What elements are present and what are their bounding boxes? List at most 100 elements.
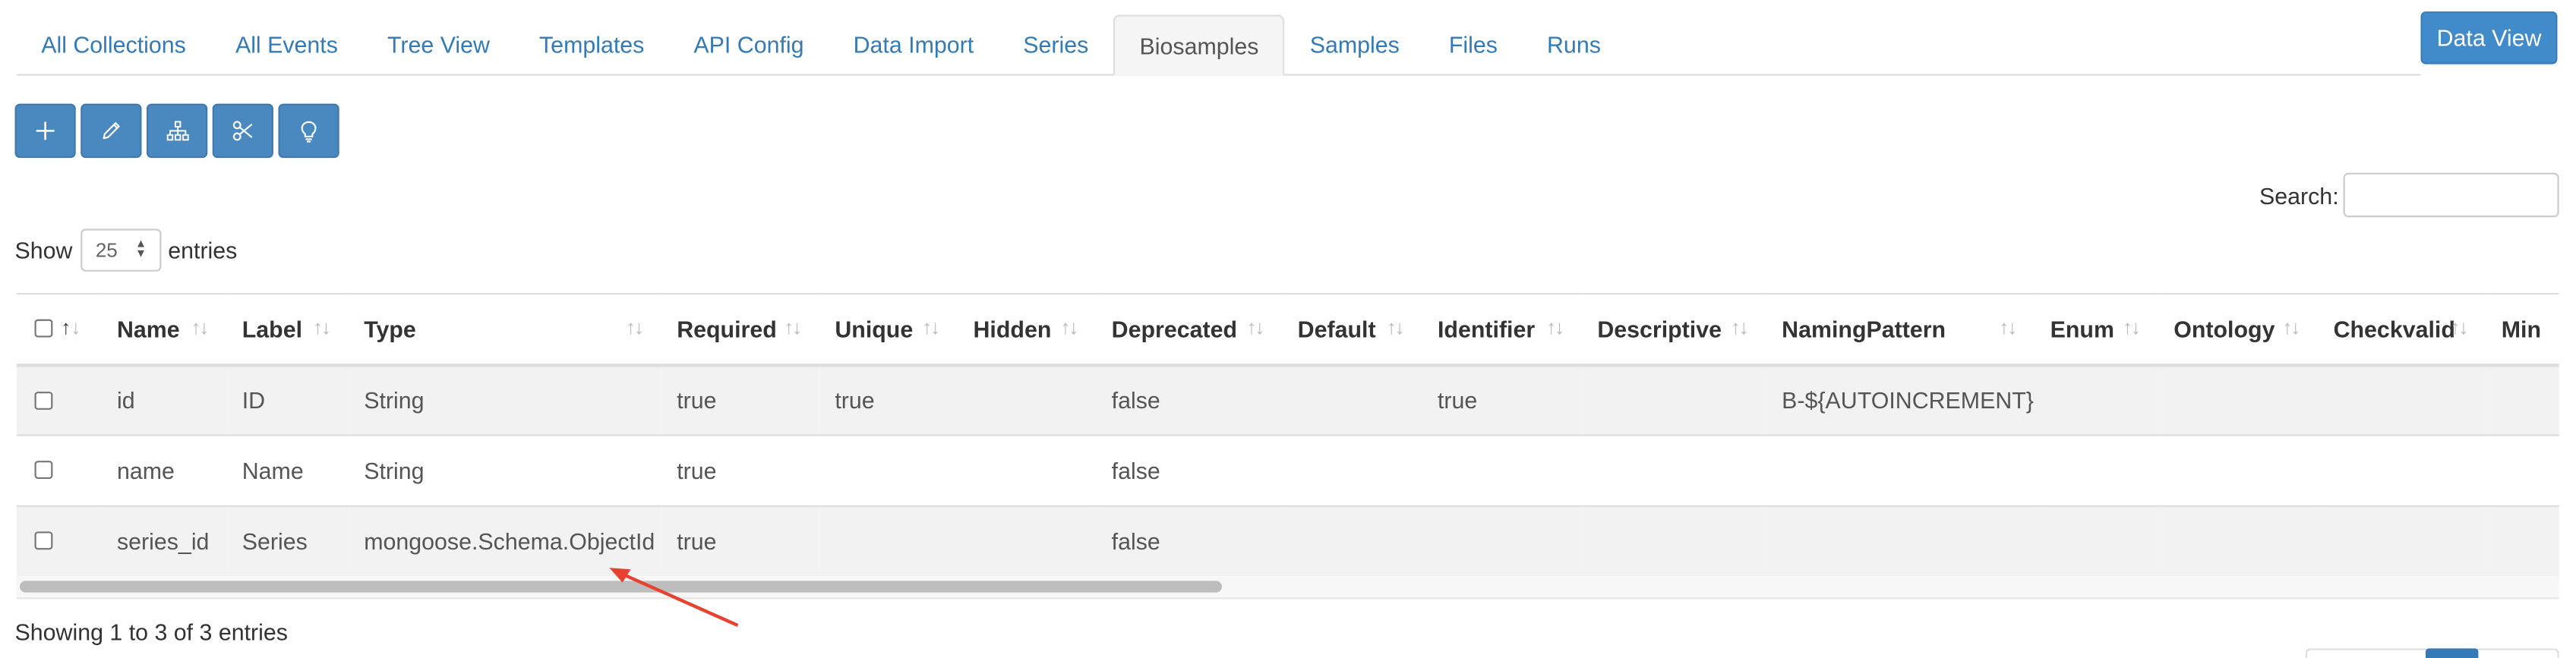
cell-identifier: true (1422, 364, 1583, 436)
idea-button[interactable] (278, 103, 339, 159)
pagination-active-page[interactable] (2426, 648, 2479, 658)
cell-required: true (661, 505, 820, 578)
lightbulb-icon (301, 120, 317, 142)
tab-biosamples[interactable]: Biosamples (1113, 14, 1286, 76)
column-header-descriptive[interactable]: Descriptive ↑↓ (1582, 292, 1767, 367)
tab-tree-view[interactable]: Tree View (362, 15, 514, 74)
table-row[interactable]: id ID String true true false true B-${AU… (16, 364, 2559, 436)
table-row[interactable]: name Name String true false (16, 435, 2559, 507)
horizontal-scrollbar[interactable] (16, 575, 2559, 600)
sort-icon: ↑↓ (922, 316, 940, 339)
column-header-ontology[interactable]: Ontology ↑↓ (2158, 292, 2319, 367)
sort-icon: ↑↓ (2450, 316, 2469, 339)
cell-identifier (1422, 435, 1583, 507)
cell-min (2486, 435, 2559, 507)
cell-label: Series (227, 505, 349, 578)
cell-unique: true (819, 364, 958, 436)
sort-icon: ↑↓ (784, 316, 802, 339)
cell-type: String (349, 364, 662, 436)
fields-table: ↑↓ Name ↑↓ Label ↑↓ Type ↑↓ Required ↑↓ Uniq… (16, 292, 2559, 578)
tree-button[interactable] (146, 103, 208, 159)
cell-deprecated: false (1097, 505, 1283, 578)
select-caret-icon: ▲ ▼ (135, 238, 147, 260)
cell-checkvalid (2319, 505, 2487, 578)
column-header-required[interactable]: Required ↑↓ (661, 292, 820, 367)
column-header-name[interactable]: Name ↑↓ (102, 292, 228, 367)
cut-button[interactable] (212, 103, 273, 159)
column-header-checkvalid[interactable]: Checkvalid ↑↓ (2319, 292, 2487, 367)
cell-checkvalid (2319, 435, 2487, 507)
pencil-icon (103, 122, 120, 140)
sort-icon: ↑↓ (625, 316, 644, 339)
select-all-header: ↑↓ (16, 292, 103, 367)
sort-icon: ↑↓ (1386, 316, 1405, 339)
sort-icon: ↑↓ (1246, 316, 1264, 339)
show-label: Show (14, 237, 73, 263)
cell-name: name (102, 435, 228, 507)
sort-asc-icon[interactable]: ↑↓ (61, 316, 80, 338)
add-button[interactable] (14, 103, 76, 159)
sort-icon: ↑↓ (1546, 316, 1564, 339)
cell-hidden (958, 505, 1097, 578)
sitemap-icon (166, 121, 188, 141)
column-header-default[interactable]: Default ↑↓ (1283, 292, 1423, 367)
scissors-icon (232, 121, 253, 141)
tab-all-events[interactable]: All Events (210, 15, 362, 74)
toolbar (14, 103, 339, 159)
tab-data-import[interactable]: Data Import (829, 15, 999, 74)
sort-icon: ↑↓ (1730, 316, 1749, 339)
table-row[interactable]: series_id Series mongoose.Schema.ObjectI… (16, 505, 2559, 578)
column-header-identifier[interactable]: Identifier ↑↓ (1422, 292, 1583, 367)
tab-all-collections[interactable]: All Collections (17, 15, 211, 74)
cell-enum (2035, 435, 2159, 507)
select-all-checkbox[interactable] (34, 319, 53, 338)
edit-button[interactable] (80, 103, 142, 159)
page-length-select[interactable]: 25 ▲ ▼ (80, 228, 162, 272)
cell-identifier (1422, 505, 1583, 578)
cell-unique (819, 435, 958, 507)
cell-name: id (102, 364, 228, 436)
cell-type: String (349, 435, 662, 507)
column-header-hidden[interactable]: Hidden ↑↓ (958, 292, 1097, 367)
column-header-label[interactable]: Label ↑↓ (227, 292, 349, 367)
data-view-button[interactable]: Data View (2420, 11, 2558, 65)
column-header-enum[interactable]: Enum ↑↓ (2035, 292, 2159, 367)
column-header-naming-pattern[interactable]: NamingPattern ↑↓ (1766, 292, 2036, 367)
cell-descriptive (1582, 435, 1767, 507)
cell-required: true (661, 364, 820, 436)
cell-min (2486, 364, 2559, 436)
cell-naming-pattern (1766, 505, 2036, 578)
search-input[interactable] (2343, 172, 2559, 218)
fields-table-container: ↑↓ Name ↑↓ Label ↑↓ Type ↑↓ Required ↑↓ Uniq… (16, 292, 2559, 599)
row-checkbox[interactable] (34, 532, 53, 550)
entries-label: entries (168, 237, 238, 263)
cell-hidden (958, 364, 1097, 436)
sort-icon: ↑↓ (191, 316, 210, 339)
cell-ontology (2158, 505, 2319, 578)
cell-default (1283, 435, 1423, 507)
column-header-deprecated[interactable]: Deprecated ↑↓ (1097, 292, 1283, 367)
table-info: Showing 1 to 3 of 3 entries (14, 619, 288, 646)
cell-ontology (2158, 435, 2319, 507)
column-header-type[interactable]: Type ↑↓ (349, 292, 662, 367)
sort-icon: ↑↓ (2123, 316, 2141, 339)
cell-descriptive (1582, 505, 1767, 578)
row-checkbox[interactable] (34, 461, 53, 480)
pagination[interactable] (2305, 648, 2559, 658)
row-checkbox[interactable] (34, 391, 53, 409)
column-header-unique[interactable]: Unique ↑↓ (819, 292, 958, 367)
tab-templates[interactable]: Templates (514, 15, 668, 74)
cell-hidden (958, 435, 1097, 507)
cell-enum (2035, 364, 2159, 436)
tab-series[interactable]: Series (999, 15, 1113, 74)
cell-ontology (2158, 364, 2319, 436)
tab-samples[interactable]: Samples (1285, 15, 1424, 74)
cell-min (2486, 505, 2559, 578)
sort-icon: ↑↓ (1060, 316, 1078, 339)
tab-runs[interactable]: Runs (1522, 15, 1625, 74)
cell-default (1283, 505, 1423, 578)
tab-files[interactable]: Files (1424, 15, 1522, 74)
tab-api-config[interactable]: API Config (669, 15, 829, 74)
column-header-min[interactable]: Min (2486, 292, 2559, 367)
scrollbar-thumb[interactable] (20, 581, 1222, 593)
